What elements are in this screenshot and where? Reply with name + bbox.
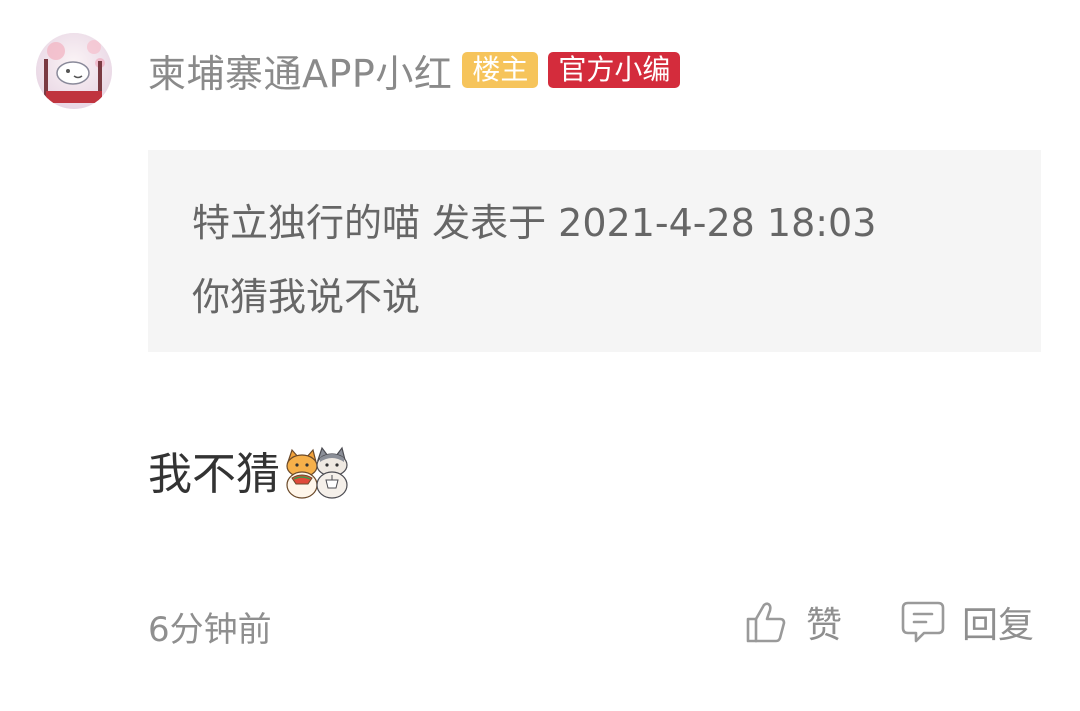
chat-bubble-icon [901,601,945,643]
author-row: 柬埔寨通APP小红 楼主 官方小编 [148,43,681,98]
reply-button[interactable]: 回复 [900,596,1034,648]
author-name[interactable]: 柬埔寨通APP小红 [148,43,452,98]
avatar[interactable] [36,33,112,109]
reply-card: 柬埔寨通APP小红 楼主 官方小编 特立独行的喵 发表于 2021-4-28 1… [0,0,1080,711]
timestamp: 6分钟前 [148,610,272,650]
avatar-illustration [36,33,112,109]
cats-sticker [286,446,348,499]
quoted-reply[interactable]: 特立独行的喵 发表于 2021-4-28 18:03 你猜我说不说 [148,150,1041,352]
comment-body: 我不猜 [148,440,354,500]
official-editor-badge: 官方小编 [548,52,681,88]
comment-text: 我不猜 [148,449,280,500]
thumbs-up-icon [746,602,786,643]
reply-label: 回复 [962,605,1035,646]
quote-meta: 特立独行的喵 发表于 2021-4-28 18:03 [192,201,877,245]
quote-text: 你猜我说不说 [192,275,421,319]
like-button[interactable]: 赞 [744,596,842,648]
owner-badge: 楼主 [462,52,539,88]
like-label: 赞 [806,605,843,646]
